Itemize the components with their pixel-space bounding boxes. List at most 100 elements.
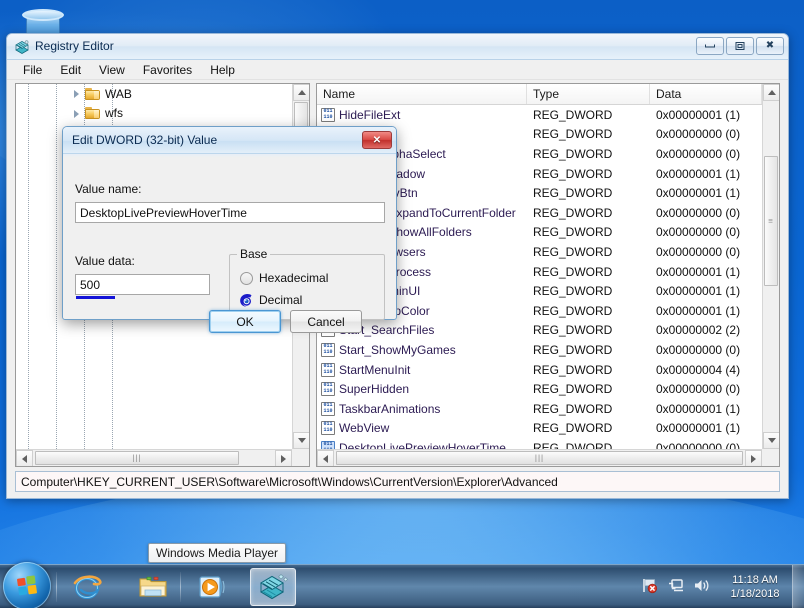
tree-hscroll-thumb[interactable]: ||| bbox=[35, 451, 239, 465]
cancel-button[interactable]: Cancel bbox=[290, 310, 362, 333]
value-name-text: HideFileExt bbox=[339, 107, 401, 122]
edit-dword-dialog: Edit DWORD (32-bit) Value ✕ Value name: … bbox=[62, 126, 397, 333]
value-data-cell: 0x00000000 (0) bbox=[656, 205, 741, 220]
dword-value-icon bbox=[321, 421, 335, 436]
value-data-cell: 0x00000000 (0) bbox=[656, 244, 741, 259]
column-header-type[interactable]: Type bbox=[527, 84, 650, 104]
clock-date: 1/18/2018 bbox=[730, 588, 780, 600]
value-data-cell: 0x00000001 (1) bbox=[656, 107, 741, 122]
menu-favorites[interactable]: Favorites bbox=[135, 61, 200, 79]
value-data-cell: 0x00000000 (0) bbox=[656, 342, 741, 357]
table-row[interactable]: Start_ShowMyGames REG_DWORD 0x00000000 (0) bbox=[317, 340, 762, 360]
minimize-button[interactable] bbox=[696, 37, 724, 55]
scroll-thumb-grip: ≡ bbox=[768, 216, 774, 226]
dword-value-icon bbox=[321, 342, 335, 357]
value-type-cell: REG_DWORD bbox=[533, 225, 613, 240]
status-bar: Computer\HKEY_CURRENT_USER\Software\Micr… bbox=[15, 471, 780, 492]
volume-icon[interactable] bbox=[693, 577, 710, 597]
chevron-right-icon[interactable] bbox=[72, 108, 83, 119]
start-button[interactable] bbox=[3, 562, 51, 608]
dialog-titlebar[interactable]: Edit DWORD (32-bit) Value ✕ bbox=[63, 127, 396, 154]
radio-hexadecimal-icon[interactable] bbox=[240, 271, 253, 285]
scroll-thumb-grip: ||| bbox=[132, 453, 142, 463]
radio-decimal[interactable]: Decimal bbox=[240, 293, 302, 307]
taskbar: 11:18 AM 1/18/2018 bbox=[0, 562, 804, 608]
column-header-name[interactable]: Name bbox=[317, 84, 527, 104]
tree-item-wab[interactable]: WAB bbox=[16, 84, 292, 104]
radio-hexadecimal[interactable]: Hexadecimal bbox=[240, 271, 328, 285]
ok-button[interactable]: OK bbox=[209, 310, 281, 333]
clock[interactable]: 11:18 AM 1/18/2018 bbox=[718, 573, 792, 601]
radio-selected-swirl-icon bbox=[240, 293, 252, 307]
list-scroll-up-button[interactable] bbox=[763, 84, 779, 101]
value-name-input[interactable]: DesktopLivePreviewHoverTime bbox=[75, 202, 385, 223]
value-name-cell: StartMenuInit bbox=[317, 362, 527, 377]
menu-file[interactable]: File bbox=[15, 61, 50, 79]
value-name-cell: SuperHidden bbox=[317, 382, 527, 397]
network-icon[interactable] bbox=[667, 577, 684, 597]
value-type-cell: REG_DWORD bbox=[533, 107, 613, 122]
value-name-text: DesktopLivePreviewHoverTime bbox=[339, 440, 506, 449]
tree-scroll-down-button[interactable] bbox=[293, 432, 309, 449]
list-hscroll-thumb[interactable]: ||| bbox=[336, 451, 743, 465]
table-row[interactable]: Start_SearchFilesREG_DWORD0x00000002 (2) bbox=[317, 321, 762, 341]
radio-decimal-icon[interactable] bbox=[240, 293, 253, 307]
value-data-cell: 0x00000002 (2) bbox=[656, 323, 741, 338]
chevron-right-icon[interactable] bbox=[72, 88, 83, 99]
table-row[interactable]: SuperHidden REG_DWORD 0x00000000 (0) bbox=[317, 379, 762, 399]
tree-scroll-right-button[interactable] bbox=[275, 450, 292, 466]
tree-scroll-thumb[interactable] bbox=[294, 102, 308, 128]
tree-horizontal-scrollbar[interactable]: ||| bbox=[16, 449, 292, 466]
value-type-cell: REG_DWORD bbox=[533, 342, 613, 357]
table-row[interactable]: DesktopLivePreviewHoverTime REG_DWORD 0x00… bbox=[317, 438, 762, 449]
list-scroll-thumb[interactable]: ≡ bbox=[764, 156, 778, 286]
radio-hexadecimal-label: Hexadecimal bbox=[259, 271, 329, 285]
table-row[interactable]: HideFileExt REG_DWORD 0x00000001 (1) bbox=[317, 105, 762, 125]
menu-view[interactable]: View bbox=[91, 61, 133, 79]
taskbar-separator-2 bbox=[180, 572, 181, 602]
table-row[interactable]: TaskbarAnimations REG_DWORD 0x00000001 (1) bbox=[317, 399, 762, 419]
scroll-thumb-grip: ||| bbox=[534, 453, 545, 463]
list-vertical-scrollbar[interactable]: ≡ bbox=[762, 84, 779, 449]
value-type-cell: REG_DWORD bbox=[533, 382, 613, 397]
folder-icon bbox=[85, 106, 101, 120]
table-row[interactable]: WebView REG_DWORD 0x00000001 (1) bbox=[317, 419, 762, 439]
window-titlebar[interactable]: Registry Editor ✖ bbox=[7, 34, 788, 60]
system-tray: 11:18 AM 1/18/2018 bbox=[641, 565, 804, 608]
value-type-cell: REG_DWORD bbox=[533, 264, 613, 279]
table-row[interactable]: StartMenuInit REG_DWORD 0x00000004 (4) bbox=[317, 360, 762, 380]
menu-edit[interactable]: Edit bbox=[52, 61, 89, 79]
dialog-close-button[interactable]: ✕ bbox=[362, 131, 392, 149]
restore-button[interactable] bbox=[726, 37, 754, 55]
close-button[interactable]: ✖ bbox=[756, 37, 784, 55]
value-name-cell: DesktopLivePreviewHoverTime bbox=[317, 440, 527, 449]
taskbar-item-windows-explorer[interactable] bbox=[130, 568, 176, 606]
value-data-input[interactable]: 500 bbox=[75, 274, 210, 295]
value-name-text: Start_ShowMyGames bbox=[339, 342, 456, 357]
column-header-data[interactable]: Data bbox=[650, 84, 762, 104]
taskbar-item-internet-explorer[interactable] bbox=[64, 568, 110, 606]
value-type-cell: REG_DWORD bbox=[533, 323, 613, 338]
value-type-cell: REG_DWORD bbox=[533, 362, 613, 377]
show-desktop-button[interactable] bbox=[792, 565, 804, 608]
list-scroll-down-button[interactable] bbox=[763, 432, 779, 449]
radio-decimal-label: Decimal bbox=[259, 293, 303, 307]
value-type-cell: REG_DWORD bbox=[533, 146, 613, 161]
taskbar-item-registry-editor[interactable] bbox=[250, 568, 296, 606]
folder-icon bbox=[85, 87, 101, 101]
taskbar-item-windows-media-player[interactable] bbox=[190, 568, 236, 606]
list-horizontal-scrollbar[interactable]: ||| bbox=[317, 449, 762, 466]
action-center-flag-icon[interactable] bbox=[641, 577, 658, 597]
value-type-cell: REG_DWORD bbox=[533, 440, 613, 449]
tree-scroll-up-button[interactable] bbox=[293, 84, 309, 101]
value-data-cell: 0x00000000 (0) bbox=[656, 127, 741, 142]
value-type-cell: REG_DWORD bbox=[533, 303, 613, 318]
list-scroll-left-button[interactable] bbox=[317, 450, 334, 466]
windows-logo-icon bbox=[17, 575, 37, 596]
media-player-icon bbox=[199, 576, 225, 598]
list-scroll-right-button[interactable] bbox=[745, 450, 762, 466]
tree-item-label: WAB bbox=[105, 86, 132, 101]
tree-item-wfs[interactable]: wfs bbox=[16, 104, 292, 124]
menu-help[interactable]: Help bbox=[202, 61, 243, 79]
tree-scroll-left-button[interactable] bbox=[16, 450, 33, 466]
